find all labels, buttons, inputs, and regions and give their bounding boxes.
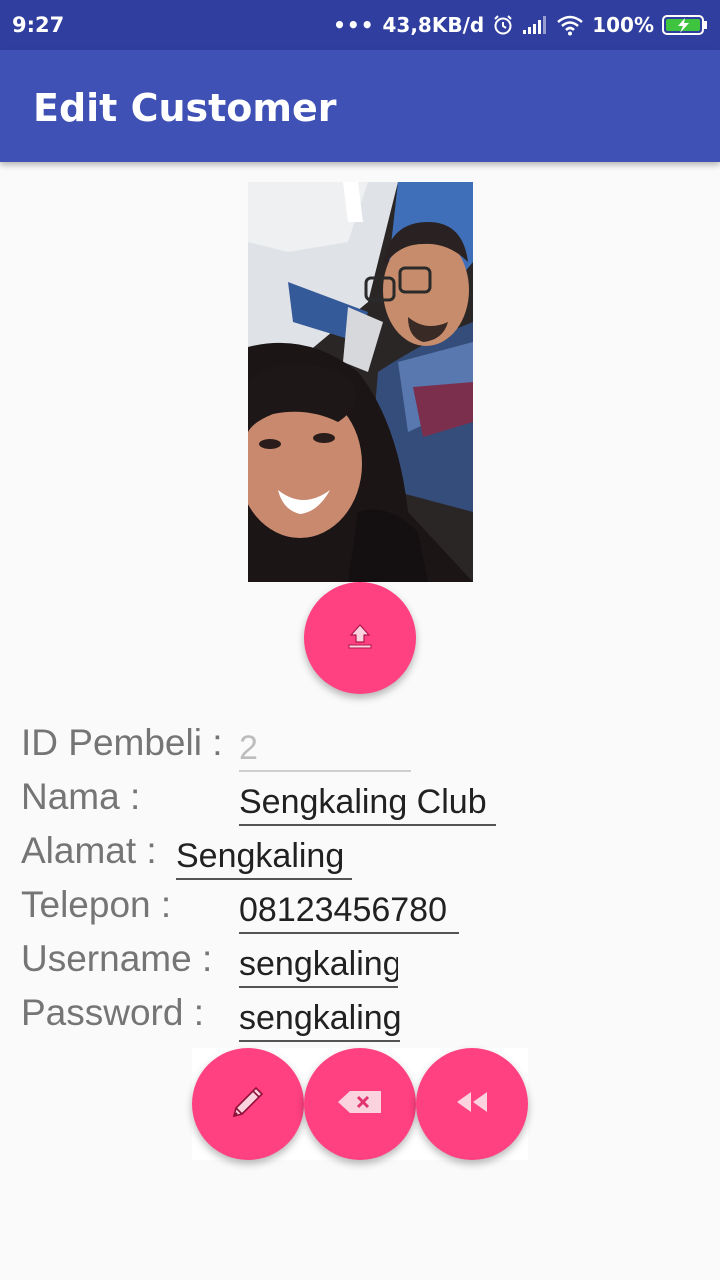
username-label: Username : [21,938,213,979]
rewind-icon [455,1090,489,1119]
nama-field[interactable]: Sengkaling Club [239,780,496,826]
network-speed: 43,8KB/d [382,13,485,37]
battery-percent: 100% [592,13,654,37]
status-bar: 9:27 ••• 43,8KB/d 100% [0,0,720,50]
alamat-field[interactable]: Sengkaling [176,834,352,880]
customer-photo [248,182,473,582]
page-title: Edit Customer [33,86,337,130]
backspace-icon [336,1088,384,1121]
alarm-icon [492,14,514,36]
upload-icon [343,619,377,658]
username-field[interactable]: sengkaling [239,942,398,988]
password-field[interactable]: sengkaling [239,996,400,1042]
id-pembeli-label: ID Pembeli : [21,722,223,763]
password-label: Password : [21,992,205,1033]
signal-icon [522,15,548,35]
status-icons: ••• 43,8KB/d 100% [333,0,708,50]
id-pembeli-field: 2 [239,726,411,772]
status-time: 9:27 [12,13,65,37]
back-button[interactable] [416,1048,528,1160]
notification-dots: ••• [333,13,375,37]
telepon-label: Telepon : [21,884,172,925]
upload-photo-button[interactable] [304,582,416,694]
telepon-field[interactable]: 08123456780 [239,888,459,934]
nama-label: Nama : [21,776,141,817]
app-bar: Edit Customer [0,50,720,162]
edit-button[interactable] [192,1048,304,1160]
pencil-icon [226,1080,270,1129]
alamat-label: Alamat : [21,830,157,871]
delete-button[interactable] [304,1048,416,1160]
wifi-icon [556,14,584,36]
battery-icon [662,14,708,36]
